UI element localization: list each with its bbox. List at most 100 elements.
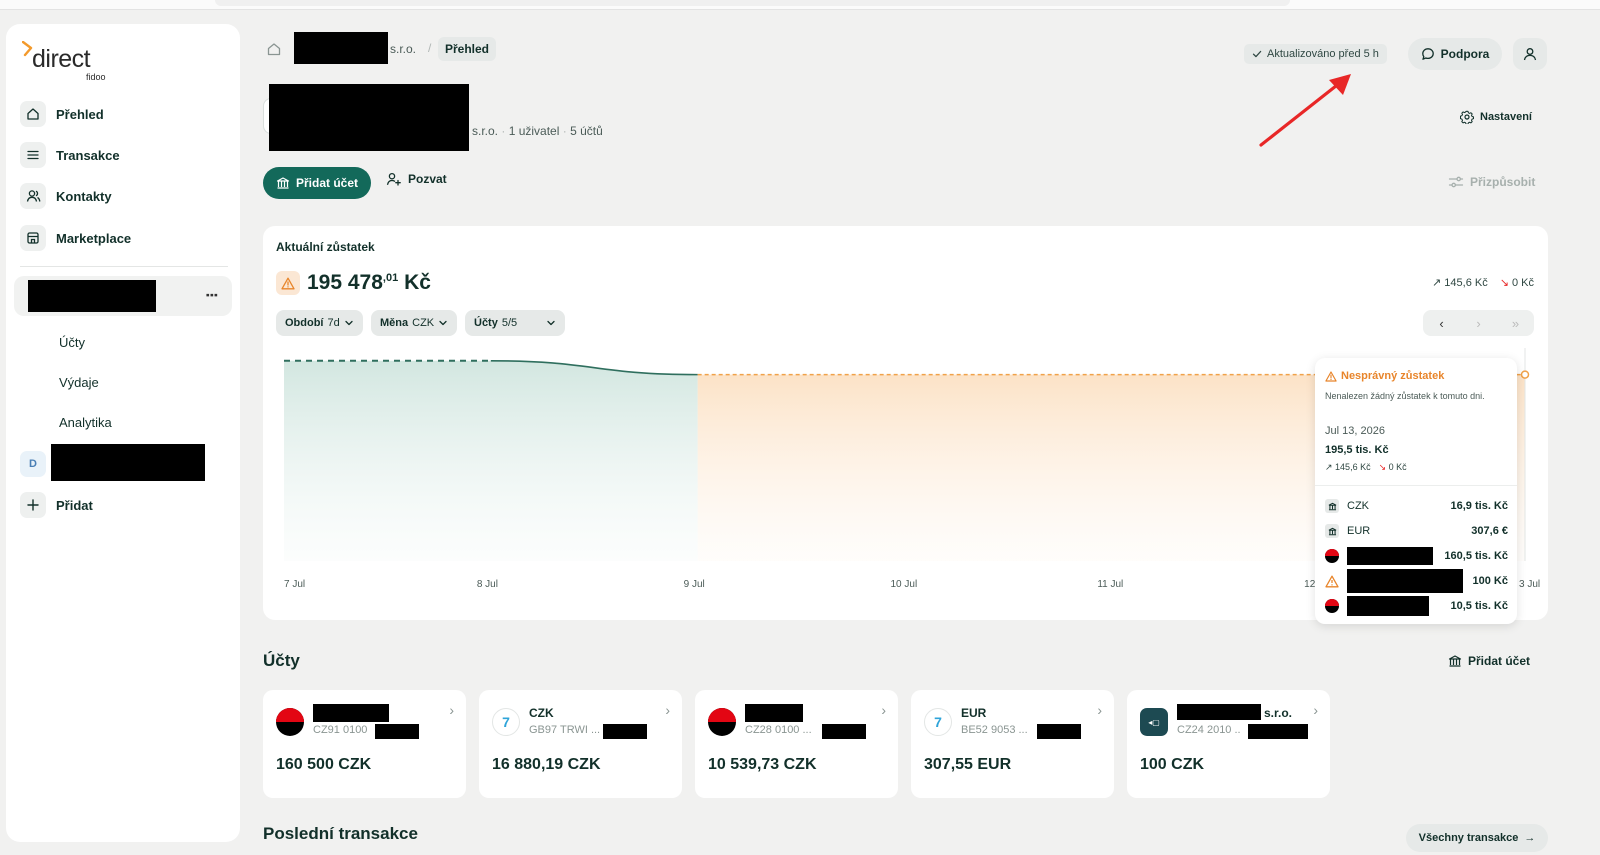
company-badge[interactable]: D <box>20 451 46 477</box>
updated-status: Aktualizováno před 5 h <box>1244 44 1387 64</box>
tooltip-row: CZK 16,9 tis. Kč <box>1325 497 1508 515</box>
sliders-icon <box>1448 176 1464 188</box>
account-balance: 100 CZK <box>1140 756 1205 773</box>
wise-icon: 7 <box>924 708 952 736</box>
tooltip-flows: ↗ 145,6 Kč ↘ 0 Kč <box>1325 462 1407 473</box>
tooltip-row: 10,5 tis. Kč <box>1325 596 1508 616</box>
redacted-breadcrumb-company <box>294 32 388 64</box>
logo[interactable]: direct fidoo <box>20 39 120 83</box>
sidebar-subitem-ucty[interactable]: Účty <box>59 335 85 350</box>
x-tick-label: 9 Jul <box>683 579 705 590</box>
chevron-right-icon: › <box>1097 702 1102 718</box>
account-name: CZK <box>529 706 554 720</box>
support-button[interactable]: Podpora <box>1408 38 1502 70</box>
redacted-company-title <box>269 84 469 151</box>
sidebar-item-label: Transakce <box>56 147 120 163</box>
redacted-account-name <box>1177 704 1261 720</box>
redacted-second-company[interactable] <box>51 444 205 481</box>
breadcrumb-company-suffix[interactable]: s.r.o. <box>390 42 416 56</box>
chevron-right-icon: › <box>449 702 454 718</box>
tooltip-row-value: 10,5 tis. Kč <box>1450 600 1508 612</box>
accounts-add-label: Přidat účet <box>1468 654 1531 668</box>
support-label: Podpora <box>1440 47 1490 61</box>
users-count[interactable]: 1 uživatel <box>509 124 560 138</box>
account-card[interactable]: CZ28 0100 ... 10 539,73 CZK › <box>695 690 898 798</box>
arrow-down-right-icon: ↘ <box>1378 462 1387 472</box>
account-iban: CZ28 0100 ... <box>745 724 812 736</box>
more-options-icon[interactable]: ⋮ <box>204 288 220 301</box>
browser-strip <box>0 0 1600 10</box>
tooltip-row-name: EUR <box>1347 525 1371 537</box>
redacted-account-name <box>1347 547 1433 565</box>
address-bar[interactable] <box>215 0 1290 6</box>
account-iban: CZ24 2010 .. <box>1177 724 1241 736</box>
breadcrumb-home-icon[interactable] <box>266 41 282 57</box>
tooltip-row-value: 160,5 tis. Kč <box>1444 550 1508 562</box>
redacted-account-name <box>1347 596 1429 616</box>
sidebar-item-prehled[interactable]: Přehled <box>20 97 232 131</box>
redacted-iban <box>1248 724 1308 739</box>
x-tick-label: 7 Jul <box>284 579 306 590</box>
account-balance: 16 880,19 CZK <box>492 756 601 773</box>
redacted-iban <box>375 724 419 739</box>
account-iban: BE52 9053 ... <box>961 724 1028 736</box>
breadcrumb-separator: / <box>428 41 432 55</box>
company-switcher[interactable]: ⋮ <box>14 276 232 316</box>
accounts-count[interactable]: 5 účtů <box>570 124 603 138</box>
all-transactions-label: Všechny transakce <box>1418 832 1519 844</box>
tooltip-row: EUR 307,6 € <box>1325 522 1508 540</box>
accounts-section-title: Účty <box>263 651 300 670</box>
customize-button[interactable]: Přizpůsobit <box>1448 175 1535 189</box>
chevron-right-icon: › <box>665 702 670 718</box>
add-account-label: Přidat účet <box>295 176 358 190</box>
tooltip-row-name: CZK <box>1347 500 1369 512</box>
account-balance: 10 539,73 CZK <box>708 756 817 773</box>
account-iban: GB97 TRWI ... <box>529 724 601 736</box>
tooltip-title-text: Nesprávný zůstatek <box>1341 370 1445 382</box>
x-tick-label: 10 Jul <box>890 579 918 590</box>
settings-button[interactable]: Nastavení <box>1460 110 1532 124</box>
green-area <box>284 360 698 561</box>
account-card[interactable]: CZ91 0100 160 500 CZK › <box>263 690 466 798</box>
user-menu-button[interactable] <box>1513 38 1547 70</box>
account-card[interactable]: 7 EUR BE52 9053 ... 307,55 EUR › <box>911 690 1114 798</box>
tooltip-row: 100 Kč <box>1325 569 1508 593</box>
bank-icon <box>1325 499 1339 513</box>
hover-point <box>1520 370 1530 379</box>
chart-tooltip: Nesprávný zůstatek Nenalezen žádný zůsta… <box>1315 358 1517 624</box>
company-suffix: s.r.o. <box>472 124 499 138</box>
kb-icon <box>276 708 304 736</box>
tooltip-title: Nesprávný zůstatek <box>1325 370 1444 382</box>
tooltip-inflow: ↗ 145,6 Kč <box>1325 462 1371 472</box>
contacts-icon <box>20 183 46 209</box>
all-transactions-button[interactable]: Všechny transakce → <box>1406 824 1548 852</box>
redacted-company-name <box>28 280 156 312</box>
sidebar-subitem-vydaje[interactable]: Výdaje <box>59 375 99 390</box>
sidebar-subitem-analytika[interactable]: Analytika <box>59 415 112 430</box>
chevron-right-icon: › <box>1313 702 1318 718</box>
user-icon <box>1523 48 1537 61</box>
fio-icon: ◂▢ <box>1140 708 1168 736</box>
tooltip-outflow: ↘ 0 Kč <box>1379 462 1407 473</box>
sidebar-item-kontakty[interactable]: Kontakty <box>20 179 232 213</box>
account-balance: 160 500 CZK <box>276 756 372 773</box>
sidebar-add-button[interactable]: Přidat <box>20 488 232 522</box>
invite-label: Pozvat <box>408 172 447 186</box>
redacted-account-name <box>1347 569 1463 593</box>
add-account-button[interactable]: Přidat účet <box>263 167 371 199</box>
account-iban: CZ91 0100 <box>313 724 368 736</box>
account-balance: 307,55 EUR <box>924 756 1012 773</box>
x-tick-label: 12 <box>1304 579 1316 590</box>
wise-icon: 7 <box>492 708 520 736</box>
accounts-add-button[interactable]: Přidat účet <box>1448 654 1530 668</box>
account-name: EUR <box>961 706 987 720</box>
x-tick-label: 11 Jul <box>1097 579 1124 590</box>
transactions-section-title: Poslední transakce <box>263 824 418 843</box>
tooltip-row-value: 307,6 € <box>1471 525 1508 537</box>
bank-icon <box>276 177 290 189</box>
sidebar-item-transakce[interactable]: Transakce <box>20 138 232 172</box>
account-card[interactable]: 7 CZK GB97 TRWI ... 16 880,19 CZK › <box>479 690 682 798</box>
account-card[interactable]: ◂▢ s.r.o. CZ24 2010 .. 100 CZK › <box>1127 690 1330 798</box>
invite-button[interactable]: Pozvat <box>386 172 447 186</box>
sidebar-item-marketplace[interactable]: Marketplace <box>20 221 232 255</box>
